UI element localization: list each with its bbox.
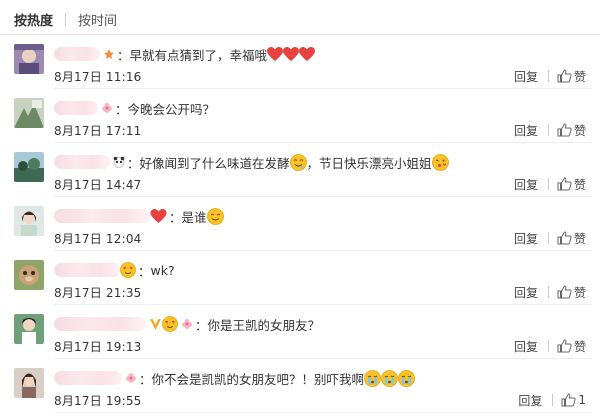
comment-text: 是谁 [181, 209, 207, 225]
comment-text: 你不会是凯凯的女朋友吧？！别吓我啊 [151, 371, 365, 387]
avatar[interactable] [14, 98, 44, 128]
username-blurred[interactable] [54, 155, 110, 169]
like-label: 赞 [573, 285, 586, 300]
thumbs-up-icon [557, 123, 572, 137]
comment-time: 8月17日 14:47 [54, 177, 142, 192]
reply-button[interactable]: 回复 [514, 284, 538, 301]
like-label: 赞 [573, 339, 586, 354]
like-label: 赞 [573, 231, 586, 246]
heart-emoji-icon [150, 208, 167, 223]
avatar[interactable] [14, 260, 44, 290]
reply-button[interactable]: 回复 [514, 338, 538, 355]
thumbs-up-icon [557, 177, 572, 191]
avatar[interactable] [14, 152, 44, 182]
username-blurred[interactable] [54, 263, 120, 277]
reply-button[interactable]: 回复 [514, 68, 538, 85]
avatar[interactable] [14, 206, 44, 236]
like-label: 赞 [573, 123, 586, 138]
action-divider [547, 178, 549, 190]
comment-text: 好像闻到了什么味道在发酵 [139, 155, 290, 171]
v-badge-icon [150, 318, 161, 330]
verified-badge-icon [104, 49, 114, 59]
thumbs-up-icon [557, 339, 572, 353]
comment-panel: 按热度 按时间 ： 早就有点猜到了，幸福哦 8月17日 11:16 回复 赞 ：… [0, 0, 600, 413]
heart-emoji-icon [299, 46, 316, 61]
action-divider [547, 124, 549, 136]
heart-emoji-icon [267, 46, 284, 61]
username-blurred[interactable] [54, 317, 146, 331]
comment-text: wk? [150, 262, 175, 278]
action-divider [547, 232, 549, 244]
comment-item: ： 是谁 8月17日 12:04 回复 赞 [0, 197, 600, 251]
comment-time: 8月17日 12:04 [54, 231, 142, 246]
like-button[interactable]: 赞 [557, 122, 586, 139]
flower-badge-icon [102, 103, 112, 113]
sort-tabs: 按热度 按时间 [14, 8, 117, 30]
flower-badge-icon [126, 373, 136, 383]
action-divider [547, 340, 549, 352]
smile-emoji-icon [206, 207, 224, 225]
comment-time: 8月17日 19:13 [54, 339, 142, 354]
username-blurred[interactable] [54, 47, 100, 61]
heart-eyes-emoji-icon [162, 316, 178, 332]
like-label: 赞 [573, 69, 586, 84]
thumbs-up-icon [557, 285, 572, 299]
kiss-emoji-icon [431, 153, 449, 171]
like-button[interactable]: 赞 [557, 230, 586, 247]
username-blurred[interactable] [54, 209, 150, 223]
reply-button[interactable]: 回复 [514, 230, 538, 247]
comment-item: ： 你是王凯的女朋友？ 8月17日 19:13 回复 赞 [0, 305, 600, 359]
reply-button[interactable]: 回复 [518, 392, 542, 409]
reply-button[interactable]: 回复 [514, 176, 538, 193]
comment-item: ： 好像闻到了什么味道在发酵 ，节日快乐漂亮小姐姐 8月17日 14:47 回复… [0, 143, 600, 197]
action-divider [547, 70, 549, 82]
comment-time: 8月17日 21:35 [54, 285, 142, 300]
flower-badge-icon [182, 319, 192, 329]
tab-by-hot[interactable]: 按热度 [14, 10, 53, 29]
like-button[interactable]: 赞 [557, 176, 586, 193]
username-blurred[interactable] [54, 371, 122, 385]
comment-time: 8月17日 19:55 [54, 393, 142, 408]
crying-emoji-icon [364, 369, 381, 387]
action-divider [552, 394, 554, 406]
action-divider [547, 286, 549, 298]
comment-text-continued: ，节日快乐漂亮小姐姐 [306, 155, 432, 171]
thumbs-up-icon [557, 69, 572, 83]
comment-time: 8月17日 11:16 [54, 69, 142, 84]
comment-text: 今晚会公开吗？ [127, 101, 216, 117]
comment-text: 你是王凯的女朋友？ [207, 317, 321, 333]
crying-emoji-icon [398, 369, 415, 387]
tab-divider [65, 12, 67, 26]
avatar[interactable] [14, 314, 44, 344]
username-blurred[interactable] [54, 101, 98, 115]
comment-item: ： 早就有点猜到了，幸福哦 8月17日 11:16 回复 赞 [0, 35, 600, 89]
like-button[interactable]: 赞 [557, 68, 586, 85]
crying-emoji-icon [381, 369, 398, 387]
avatar[interactable] [14, 368, 44, 398]
tab-by-time[interactable]: 按时间 [78, 10, 117, 29]
panda-badge-icon [113, 156, 125, 168]
like-button[interactable]: 赞 [557, 338, 586, 355]
comment-text: 早就有点猜到了，幸福哦 [129, 47, 268, 63]
heart-eyes-emoji-icon [120, 262, 136, 278]
thumbs-up-icon [557, 231, 572, 245]
avatar[interactable] [14, 44, 44, 74]
like-label: 赞 [573, 177, 586, 192]
like-button[interactable]: 赞 [557, 284, 586, 301]
drool-emoji-icon [289, 153, 307, 171]
heart-emoji-icon [283, 46, 300, 61]
comment-item: ： wk? 8月17日 21:35 回复 赞 [0, 251, 600, 305]
comment-item: ： 今晚会公开吗？ 8月17日 17:11 回复 赞 [0, 89, 600, 143]
comment-time: 8月17日 17:11 [54, 123, 142, 138]
reply-button[interactable]: 回复 [514, 122, 538, 139]
